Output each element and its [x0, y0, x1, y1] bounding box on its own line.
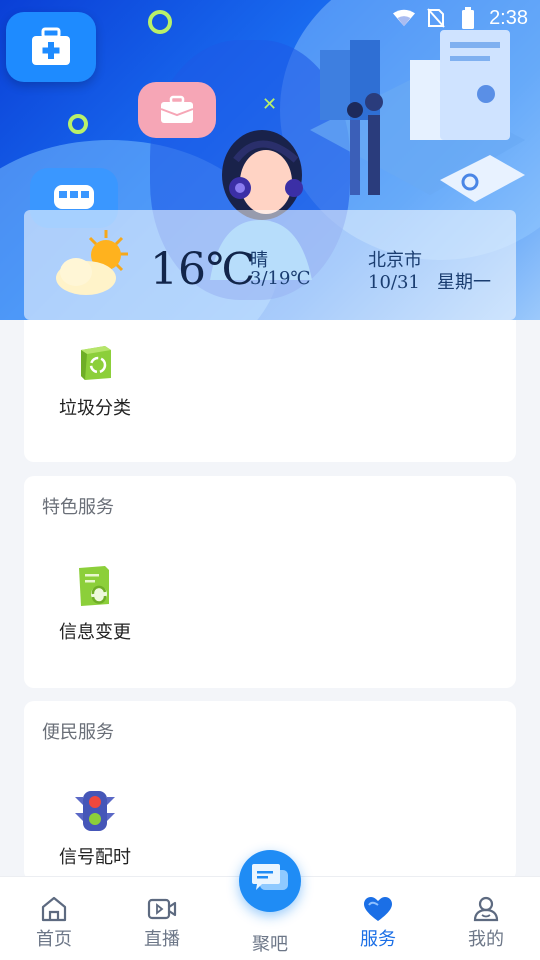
section-title: 便民服务 — [42, 722, 114, 743]
tab-label: 服务 — [360, 929, 396, 950]
screen: ✕ 2:38 16℃ 晴 3/19℃ 北京市 10/31 星期一 垃圾分类 特色… — [0, 0, 540, 960]
tab-live[interactable]: 直播 — [108, 877, 216, 960]
featured-services-card: 特色服务 信息变更 — [24, 476, 516, 688]
tab-label: 聚吧 — [252, 934, 288, 955]
tab-home[interactable]: 首页 — [0, 877, 108, 960]
service-item-signal-timing[interactable]: 信号配时 — [40, 789, 150, 869]
traffic-light-icon — [73, 789, 117, 833]
service-item-info-change[interactable]: 信息变更 — [40, 564, 150, 644]
recycle-box-icon — [73, 340, 117, 384]
home-icon — [39, 895, 69, 923]
tab-label: 我的 — [468, 929, 504, 950]
service-label: 垃圾分类 — [59, 398, 131, 419]
tab-services[interactable]: 服务 — [324, 877, 432, 960]
service-label: 信息变更 — [59, 622, 131, 643]
weekday: 星期一 — [437, 272, 492, 293]
section-title: 特色服务 — [42, 497, 114, 518]
date-weekday: 10/31 星期一 — [368, 268, 491, 294]
tab-profile[interactable]: 我的 — [432, 877, 540, 960]
status-bar: 2:38 — [0, 0, 540, 36]
tab-label: 首页 — [36, 929, 72, 950]
decorative-ring — [68, 114, 88, 134]
battery-icon — [457, 7, 479, 29]
weather-card[interactable]: 16℃ 晴 3/19℃ 北京市 10/31 星期一 — [24, 210, 516, 320]
status-time: 2:38 — [489, 6, 528, 29]
tab-label: 直播 — [144, 929, 180, 950]
heart-icon — [363, 895, 393, 923]
service-item-garbage-sorting[interactable]: 垃圾分类 — [40, 340, 150, 420]
office-illustration — [310, 30, 525, 202]
wifi-icon — [393, 7, 416, 29]
decorative-cross: ✕ — [262, 94, 278, 115]
date: 10/31 — [368, 272, 420, 293]
partly-sunny-icon — [56, 230, 128, 295]
community-fab-button[interactable] — [239, 850, 301, 912]
document-refresh-icon — [73, 564, 117, 608]
video-camera-icon — [147, 895, 177, 923]
service-label: 信号配时 — [59, 847, 131, 868]
temperature: 16℃ — [150, 244, 256, 295]
chat-bubbles-icon — [250, 862, 290, 900]
service-card: 垃圾分类 — [24, 320, 516, 462]
user-icon — [471, 895, 501, 923]
temperature-range: 3/19℃ — [250, 268, 311, 289]
no-sim-icon — [425, 7, 447, 29]
